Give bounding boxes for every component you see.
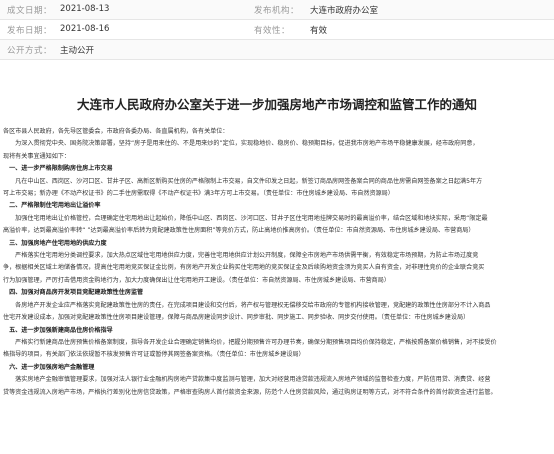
- validity-label: 有效性：: [254, 26, 291, 36]
- paragraph-line: 加强住宅用地出让价格管控，合理确定住宅用地出让起始价，降低中山区、西岗区、沙河口…: [3, 214, 488, 222]
- paragraph-line: 争，根据相关区域土地储备情况，提高住宅用地竞买保证金比例，有房地产开发企业购买住…: [3, 264, 485, 272]
- written-date-value: 2021-08-13: [60, 4, 110, 14]
- disclosure-method-label: 公开方式：: [7, 46, 53, 56]
- metadata-row: 公开方式： 主动公开: [0, 39, 554, 60]
- paragraph-line: 格指导的项目，有关部门依法依规暂不核发预售许可证或暂停其网签备案资格。（责任单位…: [3, 351, 305, 359]
- paragraph-line: 行为加强管理，严厉打击借用资金购地行为，加大力度确保出让住宅用地开工建设。（责任…: [3, 276, 390, 284]
- paragraph-line: 现将有关事宜通知如下：: [3, 152, 71, 160]
- metadata-row: 发布日期： 2021-08-16 有效性： 有效: [0, 19, 554, 40]
- paragraph-line: 贷等资金违规流入房地产市场，严格执行差别化住房信贷政策，严格审查购房人首付款资金…: [3, 388, 497, 396]
- issuing-agency-value: 大连市政府办公室: [310, 6, 379, 16]
- publish-date-label: 发布日期：: [7, 26, 53, 36]
- section-heading: 六、进一步加强房地产金融管理: [3, 363, 95, 371]
- document-title: 大连市人民政府办公室关于进一步加强房地产市场调控和监管工作的通知: [76, 97, 477, 112]
- validity-value: 有效: [310, 26, 328, 36]
- section-heading: 五、进一步加强新建商品住房价格指导: [3, 326, 113, 334]
- paragraph-line: 高溢价率，达到最高溢价率转“ ”达到最高溢价率后转为竞配建政策性住房面积”等竞价…: [3, 227, 475, 235]
- paragraph-line: 可上市交易；新办理《不动产权证书》的二手住房需取得《不动产权证书》满3年方可上市…: [3, 190, 394, 198]
- written-date-label: 成文日期：: [7, 6, 53, 16]
- paragraph-line: 严格落实住宅用地分类调控要求，加大热点区域住宅用地供应力度，完善住宅用地供应计划…: [3, 252, 479, 260]
- publish-date-value: 2021-08-16: [60, 24, 110, 34]
- issuing-agency-label: 发布机构：: [254, 6, 300, 16]
- disclosure-method-value: 主动公开: [60, 46, 95, 56]
- paragraph-line: 为深入贯彻党中央、国务院决策部署，坚持“房子是用来住的、不是用来炒的”定位，实现…: [3, 140, 479, 148]
- metadata-row: 成文日期： 2021-08-13 发布机构： 大连市政府办公室: [0, 0, 554, 20]
- section-heading: 四、加强对商品房开发项目竞配建政策性住房监管: [3, 289, 144, 297]
- section-heading: 二、严格限制住宅用地出让溢价率: [3, 202, 101, 210]
- section-heading: 三、加强房地产住宅用地的供应力度: [3, 239, 107, 247]
- paragraph-line: 住宅开发建设成本，加强对竞配建政策性住房项目建设管理，保障与商品房建设同步设计、…: [3, 314, 470, 322]
- paragraph-line: 严格实行新建商品住房预售价格备案制度，指导各开发企业合理确定销售均价，把握分期预…: [3, 338, 497, 346]
- document-metadata-table: 成文日期： 2021-08-13 发布机构： 大连市政府办公室 发布日期： 20…: [0, 0, 554, 60]
- section-heading: 一、进一步严格限制购房住房上市交易: [3, 165, 113, 173]
- paragraph-line: 落实房地产金融审慎管理要求，加强对法人银行业金融机构房地产贷款集中度监测与管理，…: [3, 376, 491, 384]
- document-body: 各区市县人民政府，各先导区管委会，市政府各委办局、各直属机构，各有关单位： 为深…: [3, 126, 547, 399]
- paragraph-line: 各房地产开发企业应严格落实竞配建政策性住房的责任，在完成项目建设和交付后，将产权…: [3, 301, 491, 309]
- paragraph-line: 凡在中山区、西岗区、沙河口区、甘井子区、高新区新购买住房的严格限制上市交易，自文…: [3, 177, 483, 185]
- paragraph-line: 各区市县人民政府，各先导区管委会，市政府各委办局、各直属机构，各有关单位：: [3, 128, 229, 135]
